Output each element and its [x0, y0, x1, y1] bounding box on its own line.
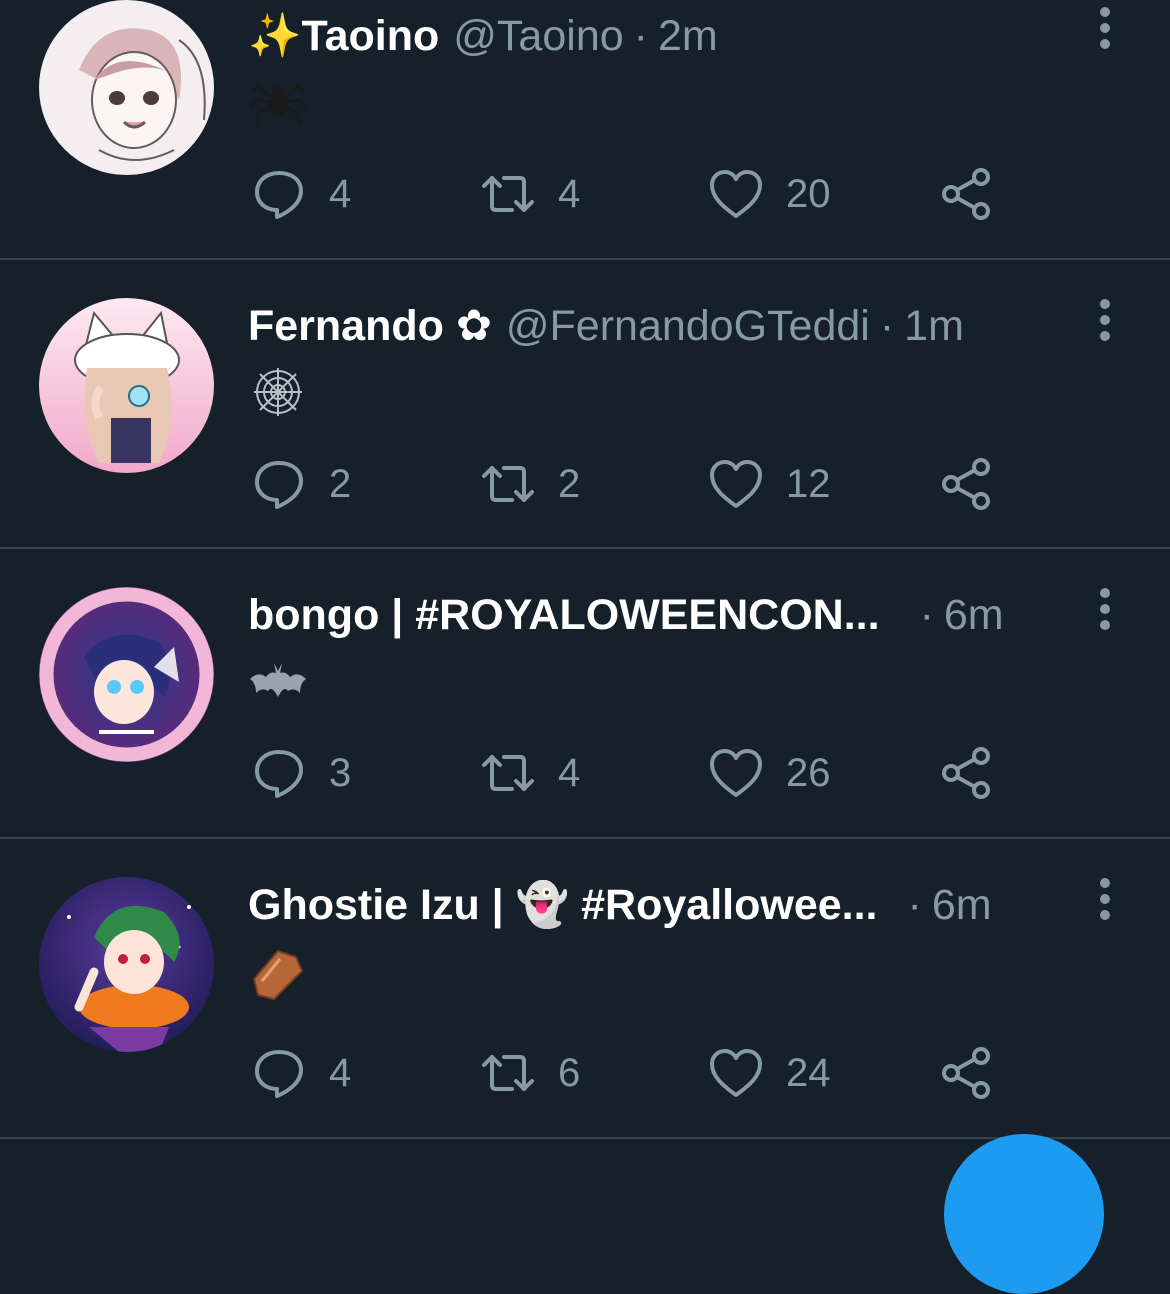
- tweet-actions: 2 2 12: [0, 454, 1170, 514]
- tweet[interactable]: Ghostie Izu | 👻 #Royallowee... · 6m 4 6: [0, 839, 1170, 1139]
- coffin-emoji: [248, 945, 308, 1001]
- reply-button[interactable]: 2: [251, 454, 351, 514]
- retweet-button[interactable]: 2: [480, 454, 580, 514]
- reply-icon: [255, 171, 303, 219]
- reply-icon: [255, 750, 303, 798]
- retweet-icon: [482, 466, 534, 502]
- display-name[interactable]: Ghostie Izu | 👻 #Royallowee...: [248, 880, 877, 930]
- compose-tweet-button[interactable]: [944, 1134, 1104, 1294]
- display-name[interactable]: bongo | #ROYALOWEENCON...: [248, 591, 880, 640]
- separator: ·: [633, 11, 648, 60]
- reply-icon: [255, 1050, 303, 1098]
- reply-count: 2: [329, 461, 352, 506]
- retweet-button[interactable]: 4: [480, 164, 580, 224]
- avatar[interactable]: [39, 0, 214, 175]
- retweet-count: 4: [558, 171, 581, 216]
- like-count: 12: [786, 461, 831, 506]
- timestamp[interactable]: 6m: [944, 591, 1004, 640]
- share-button[interactable]: [938, 164, 994, 224]
- share-button[interactable]: [938, 1043, 994, 1103]
- like-count: 24: [786, 1050, 831, 1095]
- retweet-icon: [482, 755, 534, 791]
- reply-button[interactable]: 4: [251, 164, 351, 224]
- reply-button[interactable]: 4: [251, 1043, 351, 1103]
- retweet-count: 2: [558, 461, 581, 506]
- timeline-feed: ✨Taoino @Taoino · 2m 4 4 20 Fernando ✿ @…: [0, 0, 1170, 1139]
- tweet-header: bongo | #ROYALOWEENCON... · 6m: [248, 585, 1070, 645]
- timestamp[interactable]: 2m: [658, 12, 718, 61]
- spider-emoji: [248, 72, 308, 128]
- display-name[interactable]: Fernando ✿: [248, 301, 492, 351]
- like-button[interactable]: 12: [708, 454, 831, 514]
- spider-web-emoji: [248, 364, 308, 420]
- timestamp[interactable]: 6m: [932, 881, 992, 930]
- tweet-header: Fernando ✿ @FernandoGTeddi · 1m: [248, 296, 1070, 356]
- like-count: 26: [786, 750, 831, 795]
- reply-count: 4: [329, 171, 352, 216]
- timestamp[interactable]: 1m: [904, 302, 964, 351]
- more-options-icon[interactable]: [1090, 875, 1120, 923]
- tweet[interactable]: Fernando ✿ @FernandoGTeddi · 1m 2 2 12: [0, 260, 1170, 549]
- more-options-icon[interactable]: [1090, 4, 1120, 52]
- reply-icon: [255, 461, 303, 509]
- separator: ·: [879, 301, 895, 350]
- tweet-header: Ghostie Izu | 👻 #Royallowee... · 6m: [248, 875, 1070, 935]
- heart-icon: [710, 1049, 762, 1097]
- separator: ·: [907, 880, 922, 929]
- share-button[interactable]: [938, 454, 994, 514]
- reply-count: 4: [329, 1050, 352, 1095]
- more-options-icon[interactable]: [1090, 296, 1120, 344]
- like-button[interactable]: 24: [708, 1043, 831, 1103]
- tweet-actions: 3 4 26: [0, 743, 1170, 803]
- retweet-button[interactable]: 6: [480, 1043, 580, 1103]
- share-icon: [942, 1047, 990, 1099]
- like-button[interactable]: 20: [708, 164, 831, 224]
- more-options-icon[interactable]: [1090, 585, 1120, 633]
- share-icon: [942, 747, 990, 799]
- separator: ·: [919, 590, 934, 639]
- tweet[interactable]: bongo | #ROYALOWEENCON... · 6m 3 4 26: [0, 549, 1170, 839]
- user-handle[interactable]: @FernandoGTeddi: [506, 302, 870, 351]
- retweet-icon: [482, 1055, 534, 1091]
- display-name[interactable]: ✨Taoino: [248, 11, 439, 61]
- bat-emoji: [248, 653, 308, 709]
- heart-icon: [710, 460, 762, 508]
- retweet-icon: [482, 176, 534, 212]
- retweet-count: 6: [558, 1050, 581, 1095]
- share-button[interactable]: [938, 743, 994, 803]
- avatar[interactable]: [39, 877, 214, 1052]
- avatar[interactable]: [39, 587, 214, 762]
- heart-icon: [710, 749, 762, 797]
- tweet[interactable]: ✨Taoino @Taoino · 2m 4 4 20: [0, 0, 1170, 260]
- user-handle[interactable]: @Taoino: [453, 12, 623, 61]
- tweet-actions: 4 4 20: [0, 164, 1170, 224]
- share-icon: [942, 168, 990, 220]
- tweet-actions: 4 6 24: [0, 1043, 1170, 1103]
- reply-button[interactable]: 3: [251, 743, 351, 803]
- like-button[interactable]: 26: [708, 743, 831, 803]
- reply-count: 3: [329, 750, 352, 795]
- heart-icon: [710, 170, 762, 218]
- avatar[interactable]: [39, 298, 214, 473]
- share-icon: [942, 458, 990, 510]
- retweet-button[interactable]: 4: [480, 743, 580, 803]
- retweet-count: 4: [558, 750, 581, 795]
- tweet-header: ✨Taoino @Taoino · 2m: [248, 6, 1070, 66]
- like-count: 20: [786, 171, 831, 216]
